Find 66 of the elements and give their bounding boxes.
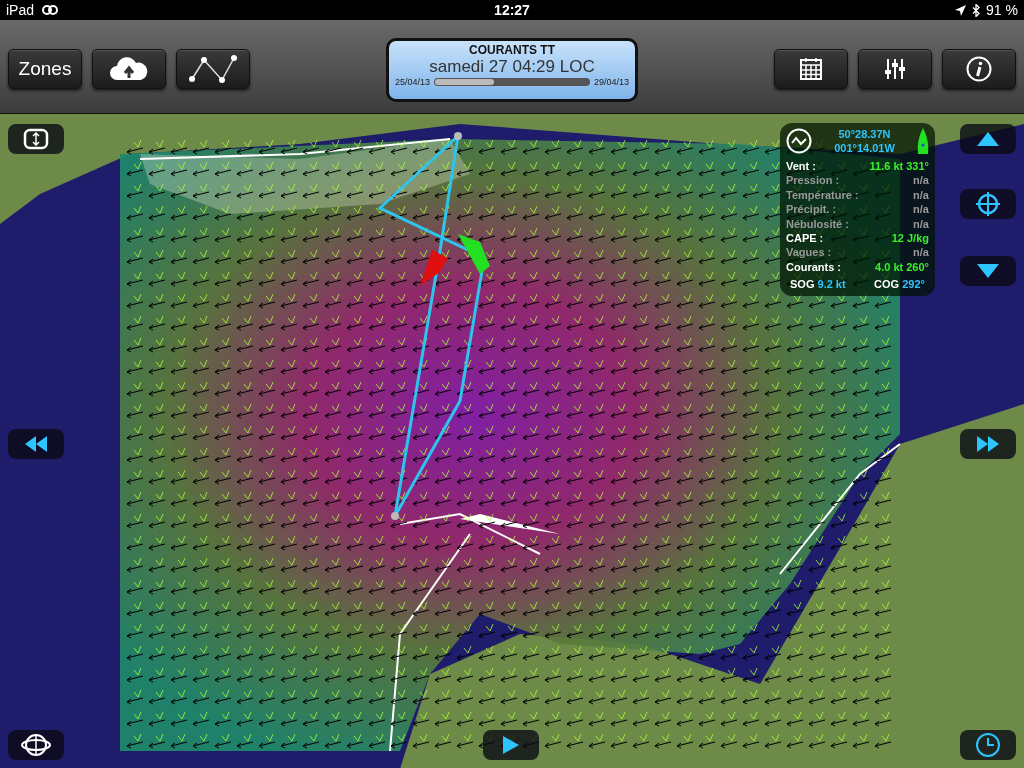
calendar-button[interactable] xyxy=(774,48,848,89)
data-value: n/a xyxy=(913,173,929,188)
locate-button[interactable] xyxy=(960,189,1016,219)
carrier-label: iPad xyxy=(6,2,35,18)
location-arrow-icon xyxy=(955,4,967,16)
time-slider[interactable] xyxy=(434,77,590,86)
waypoint-marker xyxy=(391,512,399,520)
cloud-upload-button[interactable] xyxy=(92,48,166,89)
play-icon xyxy=(503,736,519,754)
crosshair-icon xyxy=(975,191,1001,217)
zones-button[interactable]: Zones xyxy=(8,48,82,89)
data-label: Nébulosité : xyxy=(786,216,849,232)
settings-button[interactable] xyxy=(858,48,932,89)
bluetooth-icon xyxy=(972,3,981,17)
latitude: 50°28.37N xyxy=(837,127,892,141)
route-button[interactable] xyxy=(176,48,250,89)
data-value: n/a xyxy=(913,202,929,217)
data-value: n/a xyxy=(913,216,929,232)
end-date: 29/04/13 xyxy=(593,76,629,87)
globe-button[interactable] xyxy=(8,730,64,760)
data-label: Vagues : xyxy=(786,245,832,260)
data-label: Pression : xyxy=(786,173,840,188)
clock-icon xyxy=(974,731,1002,759)
triangle-up-icon xyxy=(977,132,999,146)
longitude: 001°14.01W xyxy=(834,141,895,155)
boat-icon xyxy=(458,234,490,274)
info-button[interactable] xyxy=(942,48,1016,89)
boat-icon xyxy=(917,128,929,154)
data-value: 11.6 kt 331° xyxy=(869,159,929,174)
data-value: n/a xyxy=(913,245,929,260)
data-label: Courants : xyxy=(786,259,841,275)
battery-percent: 91 % xyxy=(986,2,1018,18)
boat-icon xyxy=(420,250,448,286)
scroll-up-button[interactable] xyxy=(960,124,1016,154)
data-label: Température : xyxy=(786,187,859,203)
waypoint-marker xyxy=(454,132,462,140)
fast-forward-icon xyxy=(977,436,999,452)
sog-reading: SOG 9.2 kt xyxy=(790,278,846,291)
fast-forward-button[interactable] xyxy=(960,429,1016,459)
resize-button[interactable] xyxy=(8,124,64,154)
vertical-arrows-icon xyxy=(23,128,49,150)
time-history-button[interactable] xyxy=(960,730,1016,760)
rewind-button[interactable] xyxy=(8,429,64,459)
settings-icon xyxy=(883,57,907,80)
clock-time: 12:27 xyxy=(494,2,530,18)
globe-icon xyxy=(21,733,51,757)
route-icon xyxy=(188,53,238,84)
link-icon xyxy=(40,4,61,16)
layer-title: COURANTS TT xyxy=(469,42,555,57)
wave-chart-icon[interactable] xyxy=(786,128,812,154)
rewind-icon xyxy=(25,436,47,452)
play-button[interactable] xyxy=(483,730,539,760)
scroll-down-button[interactable] xyxy=(960,256,1016,286)
forecast-datetime: samedi 27 04:29 LOC xyxy=(429,56,595,77)
data-label: Vent : xyxy=(786,159,816,174)
start-date: 25/04/13 xyxy=(395,76,431,87)
data-label: Précipit. : xyxy=(786,202,837,217)
triangle-down-icon xyxy=(977,264,999,278)
info-icon xyxy=(966,55,992,82)
calendar-icon xyxy=(799,56,823,81)
timeline-panel[interactable]: COURANTS TT samedi 27 04:29 LOC 25/04/13 29/04/13 xyxy=(386,37,638,102)
data-value: 4.0 kt 260° xyxy=(875,259,929,275)
data-value: 12 J/kg xyxy=(891,231,929,246)
data-value: n/a xyxy=(913,187,929,203)
cog-reading: COG 292° xyxy=(874,278,925,291)
data-label: CAPE : xyxy=(786,231,824,246)
